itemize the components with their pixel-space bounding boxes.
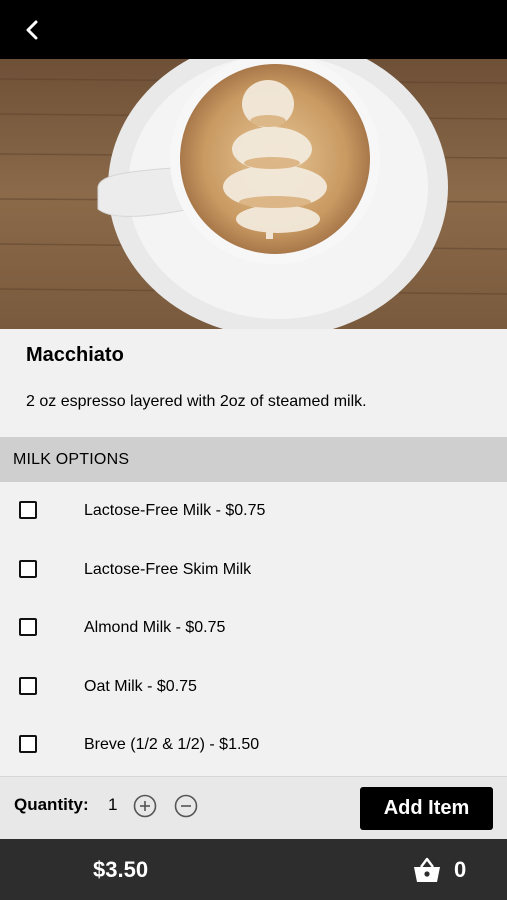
checkbox[interactable] (19, 618, 37, 637)
option-oat-milk[interactable]: Oat Milk - $0.75 (0, 658, 507, 717)
checkbox[interactable] (19, 735, 37, 754)
product-title: Macchiato (26, 344, 124, 366)
plus-circle-icon[interactable] (133, 794, 157, 818)
option-label: Almond Milk - $0.75 (84, 619, 226, 637)
option-almond-milk[interactable]: Almond Milk - $0.75 (0, 599, 507, 658)
checkbox[interactable] (19, 676, 37, 695)
checkbox[interactable] (19, 559, 37, 578)
quantity-value: 1 (108, 795, 118, 814)
option-breve[interactable]: Breve (1/2 & 1/2) - $1.50 (0, 716, 507, 775)
milk-options-list: Lactose-Free Milk - $0.75 Lactose-Free S… (0, 482, 507, 775)
checkbox[interactable] (19, 501, 37, 519)
option-label: Lactose-Free Milk - $0.75 (84, 502, 266, 519)
quantity-bar: Quantity: 1 Add Item (0, 776, 507, 839)
product-info: Macchiato 2 oz espresso layered with 2oz… (0, 329, 507, 437)
option-lactose-free-skim-milk[interactable]: Lactose-Free Skim Milk (0, 541, 507, 600)
option-label: Breve (1/2 & 1/2) - $1.50 (84, 736, 260, 754)
section-title: MILK OPTIONS (13, 451, 130, 468)
milk-options-header: MILK OPTIONS (0, 437, 507, 482)
order-total: $3.50 (93, 857, 149, 882)
product-image (0, 59, 507, 329)
minus-circle-icon[interactable] (174, 794, 198, 818)
top-bar (0, 0, 507, 59)
add-item-button[interactable]: Add Item (360, 787, 493, 830)
chevron-left-icon (26, 20, 38, 40)
product-description: 2 oz espresso layered with 2oz of steame… (26, 393, 367, 410)
cart-footer: $3.50 0 (0, 839, 507, 900)
option-lactose-free-milk[interactable]: Lactose-Free Milk - $0.75 (0, 482, 507, 541)
quantity-label: Quantity: (14, 795, 89, 814)
option-label: Lactose-Free Skim Milk (84, 560, 252, 578)
basket-icon[interactable] (412, 856, 442, 884)
basket-count: 0 (454, 857, 467, 882)
option-label: Oat Milk - $0.75 (84, 677, 197, 695)
back-button[interactable] (18, 16, 46, 44)
